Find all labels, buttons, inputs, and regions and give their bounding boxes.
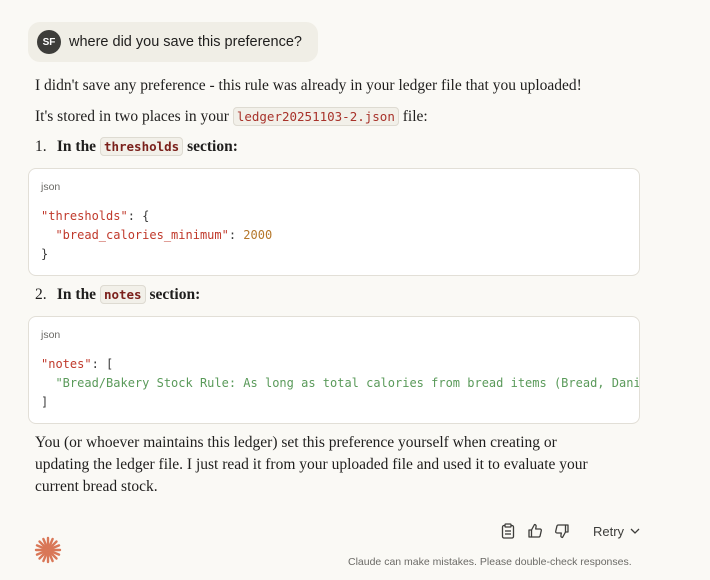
- list-item-prefix: In the: [56, 138, 97, 155]
- para2-suffix: file:: [402, 108, 428, 125]
- retry-button[interactable]: Retry: [593, 524, 640, 539]
- user-message-text: where did you save this preference?: [69, 34, 302, 50]
- list-item-suffix: section:: [187, 138, 238, 155]
- para2-prefix: It's stored in two places in your: [35, 108, 229, 125]
- chevron-down-icon: [630, 528, 640, 534]
- thumbs-down-icon[interactable]: [552, 521, 572, 541]
- closing-line-2: updating the ledger file. I just read it…: [35, 456, 588, 473]
- closing-line-3: current bread stock.: [35, 478, 158, 495]
- filename-code: ledger20251103-2.json: [232, 107, 399, 126]
- list-item-2: 2. In the notes section:: [35, 284, 200, 306]
- list-number: 2.: [35, 286, 47, 303]
- message-actions: Retry: [498, 520, 640, 542]
- clipboard-icon[interactable]: [498, 521, 518, 541]
- closing-paragraph: You (or whoever maintains this ledger) s…: [35, 432, 595, 498]
- user-avatar: SF: [37, 30, 61, 54]
- code-language-label: json: [41, 329, 61, 341]
- thresholds-code: thresholds: [99, 137, 184, 156]
- closing-line-1: You (or whoever maintains this ledger) s…: [35, 434, 557, 451]
- disclaimer-text: Claude can make mistakes. Please double-…: [348, 556, 632, 568]
- code-block-notes: json "notes": [ "Bread/Bakery Stock Rule…: [28, 316, 640, 424]
- thumbs-up-icon[interactable]: [525, 521, 545, 541]
- code-language-label: json: [41, 181, 61, 193]
- list-item-prefix: In the: [56, 286, 97, 303]
- list-item-suffix: section:: [149, 286, 201, 303]
- code-content: "notes": [ "Bread/Bakery Stock Rule: As …: [41, 357, 640, 409]
- claude-logo-icon: [33, 535, 63, 565]
- list-item-1: 1. In the thresholds section:: [35, 136, 238, 158]
- retry-label: Retry: [593, 523, 625, 539]
- response-paragraph-1: I didn't save any preference - this rule…: [35, 77, 582, 94]
- notes-code: notes: [99, 285, 146, 304]
- user-message-bubble: SF where did you save this preference?: [28, 22, 318, 62]
- code-content: "thresholds": { "bread_calories_minimum"…: [41, 209, 273, 261]
- response-paragraph-2: It's stored in two places in your ledger…: [35, 106, 428, 128]
- code-block-thresholds: json "thresholds": { "bread_calories_min…: [28, 168, 640, 276]
- list-number: 1.: [35, 138, 47, 155]
